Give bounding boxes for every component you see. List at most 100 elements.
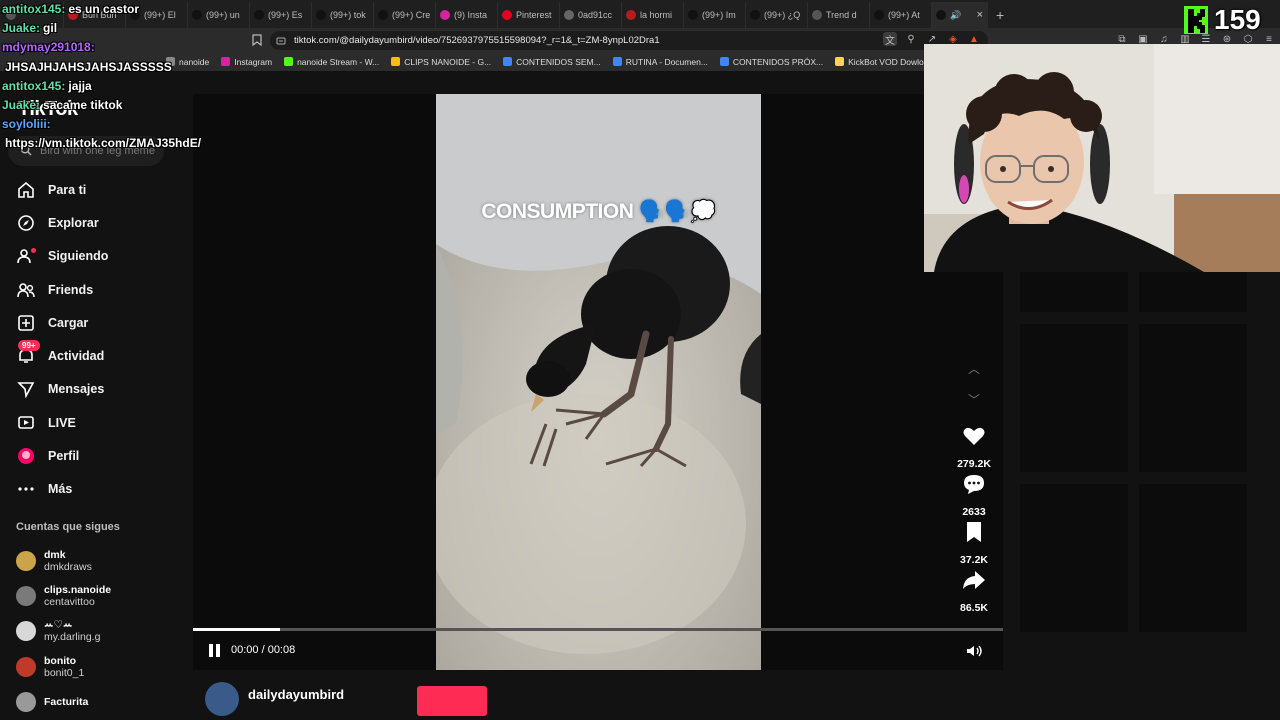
browser-tab[interactable]: (99+) Im: [684, 2, 746, 28]
follow-button[interactable]: [417, 686, 487, 716]
bookmark-item[interactable]: CONTENIDOS SEM...: [497, 57, 607, 67]
translate-icon[interactable]: 文: [883, 32, 897, 47]
bookmark-item[interactable]: RUTINA - Documen...: [607, 57, 714, 67]
following-account-item[interactable]: dmk dmkdraws: [16, 543, 166, 578]
bookmark-label: nanoide: [179, 56, 210, 67]
sidebar-item-mensajes[interactable]: Mensajes: [16, 373, 166, 406]
related-video-tile[interactable]: [1139, 484, 1247, 632]
next-video-icon[interactable]: ﹀: [968, 391, 980, 408]
share-button[interactable]: 86.5K: [946, 568, 1002, 614]
video-progress-bar[interactable]: [193, 628, 1003, 631]
tab-favicon-icon: [626, 10, 636, 20]
sidebar-item-cargar[interactable]: Cargar: [16, 306, 166, 339]
previous-video-icon[interactable]: ︿: [968, 360, 980, 377]
audio-icon[interactable]: 🔊: [950, 10, 961, 21]
sidebar-item-label: Mensajes: [48, 382, 105, 397]
bookmark-label: KickBot VOD Dowlo...: [848, 56, 931, 67]
account-name: dmk: [44, 548, 66, 561]
bookmark-item[interactable]: CONTENIDOS PRÓX...: [714, 57, 829, 67]
bookmark-icon[interactable]: [250, 33, 264, 47]
avatar: [16, 691, 36, 712]
bookmark-item[interactable]: Instagram: [215, 57, 278, 67]
sidebar-nav: Para ti Explorar Siguiendo Friends Cargar Act…: [16, 173, 166, 506]
notification-badge: 99+: [18, 340, 40, 352]
sidebar-item-live[interactable]: LIVE: [16, 406, 166, 439]
tab-title: (99+) At: [888, 10, 920, 20]
browser-tab[interactable]: (99+) ¿Q: [746, 2, 808, 28]
kick-logo-icon: [1184, 6, 1208, 34]
video-player[interactable]: CONSUMPTION 🗣️🗣️💭 00:00 / 00:08: [193, 94, 1003, 670]
chat-text: es un castor: [68, 2, 140, 16]
chat-username: Juake:: [2, 21, 41, 36]
following-account-item[interactable]: bonito bonit0_1: [16, 649, 166, 684]
site-settings-icon[interactable]: [274, 34, 288, 48]
account-handle: centavittoo: [44, 595, 95, 608]
related-video-tile[interactable]: [1020, 484, 1128, 632]
tab-favicon-icon: [192, 10, 202, 20]
sidebar-item-label: LIVE: [48, 415, 76, 430]
tab-title: Trend d: [826, 10, 857, 20]
browser-tab[interactable]: (99+) Es: [250, 2, 312, 28]
sidebar-item-actividad[interactable]: Actividad 99+: [16, 339, 166, 372]
tab-favicon-icon: [502, 10, 512, 20]
author-avatar[interactable]: [205, 682, 239, 716]
sidebar-item-m-s[interactable]: Más: [16, 473, 166, 506]
browser-tab-active[interactable]: 🔊 ×: [932, 2, 988, 28]
video-frame[interactable]: CONSUMPTION 🗣️🗣️💭: [436, 94, 761, 670]
address-bar[interactable]: tiktok.com/@dailydayumbird/video/7526937…: [270, 31, 988, 50]
sidebar-item-para-ti[interactable]: Para ti: [16, 173, 166, 206]
browser-tab[interactable]: (99+) Cre: [374, 2, 436, 28]
browser-tab[interactable]: Trend d: [808, 2, 870, 28]
following-header: Cuentas que sigues: [16, 521, 120, 533]
comment-button[interactable]: 2633: [946, 472, 1002, 518]
related-video-tile[interactable]: [1020, 272, 1128, 312]
sidebar-item-perfil[interactable]: Perfil: [16, 439, 166, 472]
sidebar-item-siguiendo[interactable]: Siguiendo: [16, 240, 166, 273]
following-account-item[interactable]: ꕀ♡ꕀ my.darling.g: [16, 614, 166, 649]
chat-username: mdymay291018:: [2, 40, 95, 55]
browser-tab[interactable]: 0ad91cc: [560, 2, 622, 28]
tab-title: (99+) Es: [268, 10, 303, 20]
browser-tab[interactable]: (99+) tok: [312, 2, 374, 28]
bookmark-label: CLIPS NANOIDE - G...: [404, 56, 492, 67]
related-video-tile[interactable]: [1139, 272, 1247, 312]
account-handle: my.darling.g: [44, 631, 101, 644]
save-button[interactable]: 37.2K: [946, 520, 1002, 566]
related-video-tile[interactable]: [1020, 324, 1128, 472]
browser-tab[interactable]: (9) Insta: [436, 2, 498, 28]
sidebar-item-label: Más: [48, 482, 73, 497]
following-accounts: Cuentas que sigues dmk dmkdraws clips.nano…: [16, 521, 166, 719]
tab-favicon-icon: [750, 10, 760, 20]
sidebar-item-label: Explorar: [48, 215, 99, 230]
bookmark-favicon-icon: [503, 57, 513, 66]
webcam-overlay: [924, 44, 1280, 272]
new-tab-button[interactable]: +: [988, 2, 1012, 28]
sidebar-item-friends[interactable]: Friends: [16, 273, 166, 306]
tab-title: (99+) un: [206, 10, 240, 20]
browser-tab[interactable]: la hormi: [622, 2, 684, 28]
browser-tab[interactable]: (99+) un: [188, 2, 250, 28]
bookmark-favicon-icon: [221, 57, 231, 66]
following-account-item[interactable]: clips.nanoide centavittoo: [16, 578, 166, 613]
like-button[interactable]: 279.2K: [946, 424, 1002, 470]
bookmark-item[interactable]: KickBot VOD Dowlo...: [829, 57, 937, 67]
following-account-item[interactable]: Facturita: [16, 684, 166, 719]
bookmark-item[interactable]: CLIPS NANOIDE - G...: [385, 57, 497, 67]
browser-tab[interactable]: Pinterest: [498, 2, 560, 28]
browser-tab[interactable]: (99+) At: [870, 2, 932, 28]
video-nav-arrows: ︿ ﹀: [964, 360, 984, 408]
account-name: Facturita: [44, 695, 89, 708]
related-video-tile[interactable]: [1139, 324, 1247, 472]
chat-message: https://vm.tiktok.com/ZMAJ35hdE/: [2, 134, 201, 154]
more-icon: [16, 479, 36, 499]
pause-button[interactable]: [209, 644, 223, 658]
bookmark-item[interactable]: nanoide Stream - W...: [278, 57, 385, 67]
zoom-icon[interactable]: ⚲: [904, 32, 918, 46]
chat-message: Juake: sacame tiktok: [2, 96, 122, 116]
volume-icon[interactable]: [965, 642, 983, 660]
sidebar-item-label: Friends: [48, 282, 94, 297]
close-tab-icon[interactable]: ×: [977, 9, 983, 21]
profile-icon: [16, 446, 36, 466]
author-username[interactable]: dailydayumbird: [248, 687, 344, 702]
sidebar-item-explorar[interactable]: Explorar: [16, 206, 166, 239]
